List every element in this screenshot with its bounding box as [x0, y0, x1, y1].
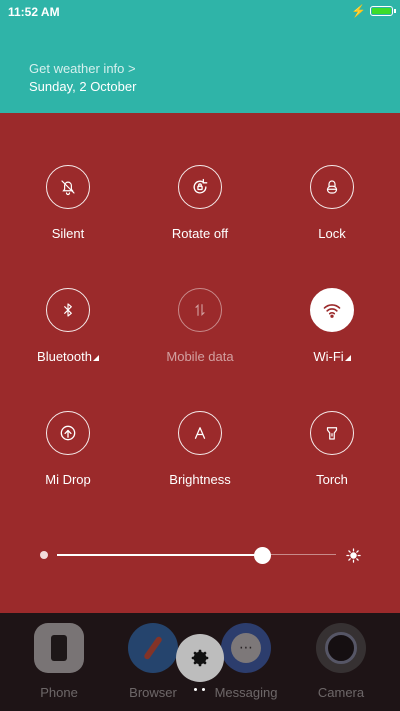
settings-button[interactable]	[176, 634, 224, 682]
torch-toggle[interactable]	[310, 411, 354, 455]
tile-label: Brightness	[169, 472, 231, 487]
tile-label: Rotate off	[171, 226, 229, 241]
tile-label: Silent	[51, 226, 85, 241]
mobile-data-icon	[195, 303, 205, 317]
lock-button[interactable]	[310, 165, 354, 209]
gear-icon	[191, 649, 209, 667]
auto-brightness-toggle[interactable]	[178, 411, 222, 455]
page-indicator-dot	[194, 688, 197, 691]
battery-level	[372, 8, 391, 14]
status-bar: 11:52 AM ⚡	[0, 0, 400, 24]
messaging-app-icon: ⋯	[221, 623, 271, 673]
bluetooth-label: Bluetooth	[37, 349, 92, 364]
bluetooth-toggle[interactable]	[46, 288, 90, 332]
tile-label: Wi-Fi	[272, 349, 392, 364]
tile-brightness[interactable]: Brightness	[140, 411, 260, 487]
wifi-label: Wi-Fi	[313, 349, 344, 364]
tile-rotate[interactable]: Rotate off	[140, 165, 260, 241]
notification-header: Get weather info > Sunday, 2 October	[0, 24, 400, 113]
quick-settings-panel: Silent Rotate off Lock Bluetooth Mobile …	[0, 113, 400, 613]
brightness-max-icon	[346, 548, 361, 563]
tile-silent[interactable]: Silent	[8, 165, 128, 241]
tile-mobile-data[interactable]: Mobile data	[140, 288, 260, 364]
torch-icon	[326, 427, 338, 440]
menu-indicator-icon	[92, 355, 99, 361]
app-label: Phone	[40, 685, 78, 700]
lightning-icon: ⚡	[351, 4, 366, 18]
mi-drop-button[interactable]	[46, 411, 90, 455]
menu-indicator-icon	[344, 355, 351, 361]
bluetooth-icon	[64, 303, 72, 317]
tile-label: Bluetooth	[8, 349, 128, 364]
phone-app-icon	[34, 623, 84, 673]
tile-bluetooth[interactable]: Bluetooth	[8, 288, 128, 364]
wifi-icon	[323, 304, 341, 318]
battery-tip	[394, 9, 396, 13]
rotate-lock-icon	[193, 178, 208, 194]
brightness-min-icon	[40, 551, 48, 559]
silent-toggle[interactable]	[46, 165, 90, 209]
status-time: 11:52 AM	[8, 5, 60, 19]
brightness-slider-thumb[interactable]	[254, 547, 271, 564]
tile-label: Mi Drop	[45, 472, 91, 487]
date-text: Sunday, 2 October	[29, 79, 137, 94]
tile-mi-drop[interactable]: Mi Drop	[8, 411, 128, 487]
browser-app-icon	[128, 623, 178, 673]
battery-icon	[370, 6, 393, 16]
tile-label: Torch	[316, 472, 348, 487]
tile-wifi[interactable]: Wi-Fi	[272, 288, 392, 364]
weather-link[interactable]: Get weather info >	[29, 61, 136, 76]
dock-app-phone[interactable]: Phone	[19, 623, 99, 700]
tile-label: Mobile data	[166, 349, 234, 364]
dock-app-camera[interactable]: Camera	[301, 623, 381, 700]
mi-drop-icon	[60, 425, 76, 441]
bell-off-icon	[61, 180, 75, 196]
camera-app-icon	[316, 623, 366, 673]
page-indicator-dot	[202, 688, 205, 691]
brightness-auto-icon	[194, 427, 206, 439]
lock-icon	[326, 180, 338, 194]
app-label: Camera	[317, 685, 365, 700]
tile-torch[interactable]: Torch	[272, 411, 392, 487]
app-label: Browser	[129, 685, 177, 700]
rotate-toggle[interactable]	[178, 165, 222, 209]
app-label: Messaging	[214, 685, 278, 700]
brightness-track-fill[interactable]	[57, 554, 262, 556]
mobile-data-toggle[interactable]	[178, 288, 222, 332]
wifi-toggle[interactable]	[310, 288, 354, 332]
tile-lock[interactable]: Lock	[272, 165, 392, 241]
tile-label: Lock	[318, 226, 346, 241]
brightness-track[interactable]	[262, 554, 336, 555]
